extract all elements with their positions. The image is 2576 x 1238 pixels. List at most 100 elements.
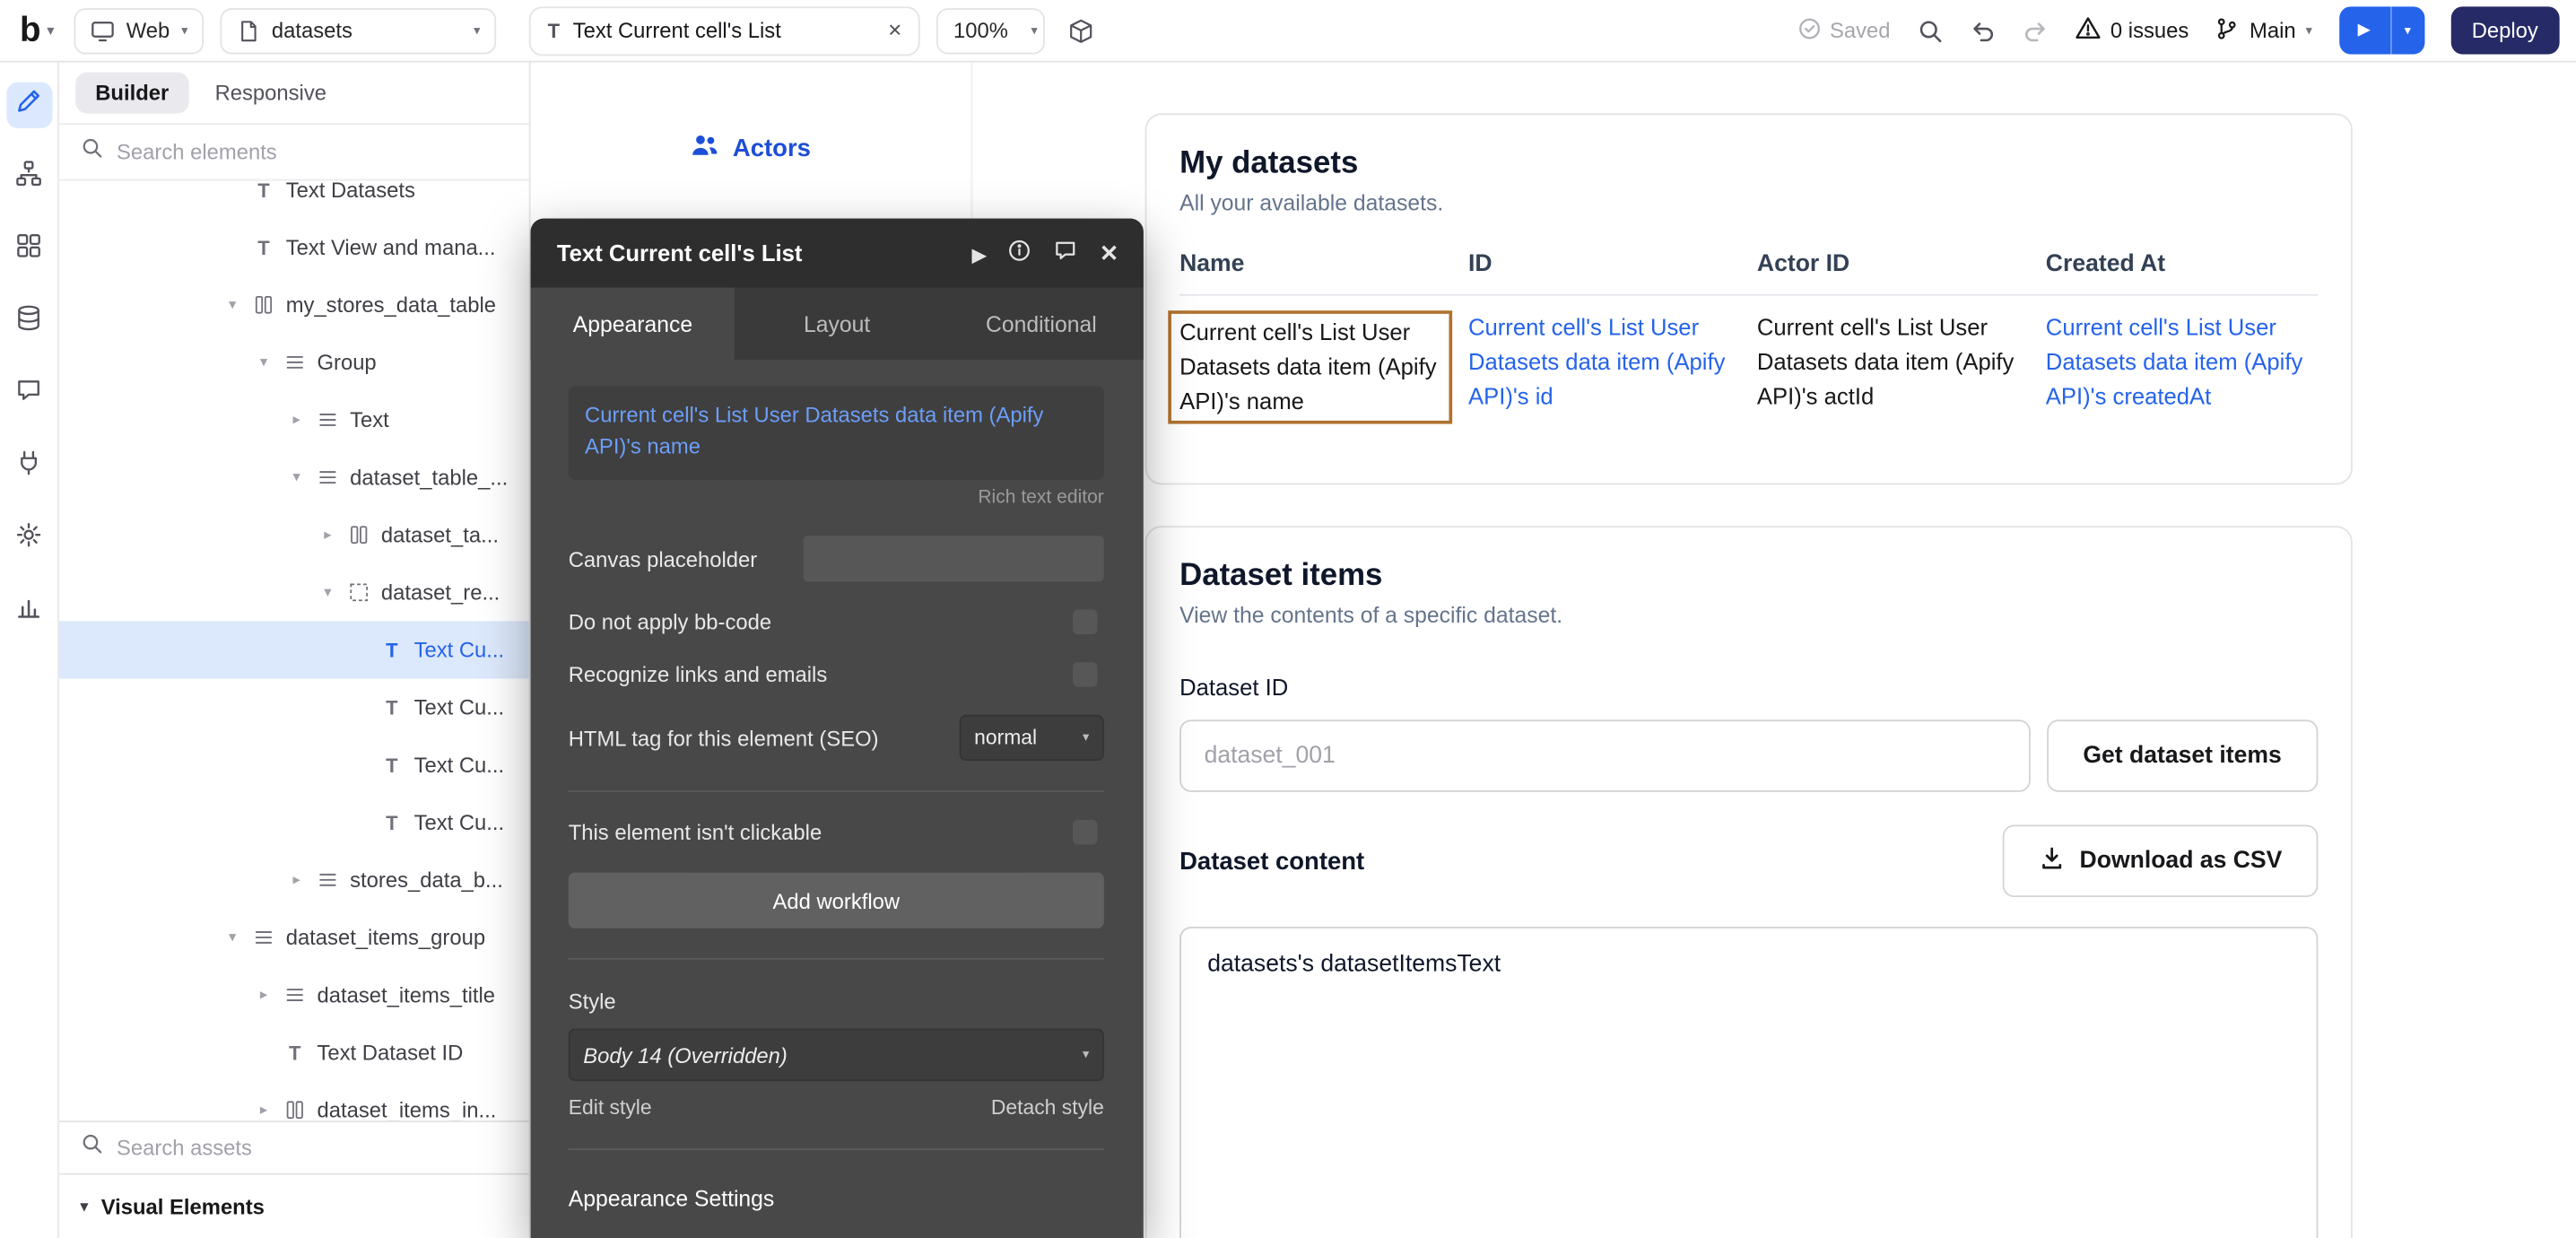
visual-elements-section[interactable]: Visual Elements: [59, 1173, 529, 1238]
preview-options-button[interactable]: [2391, 24, 2424, 38]
caret-down-icon[interactable]: [318, 583, 336, 601]
divider: [569, 1148, 1104, 1150]
tree-item[interactable]: dataset_ta...: [59, 506, 529, 563]
zoom-dropdown[interactable]: 100%: [937, 7, 1046, 53]
plugins-tab-button[interactable]: [5, 444, 51, 490]
edit-style-link[interactable]: Edit style: [569, 1096, 652, 1120]
rich-text-editor[interactable]: Current cell's List User Datasets data i…: [569, 386, 1104, 479]
logs-tab-button[interactable]: [5, 588, 51, 634]
html-tag-select[interactable]: normal: [960, 715, 1104, 761]
caret-right-icon[interactable]: [255, 1101, 273, 1119]
tree-item[interactable]: dataset_items_title: [59, 966, 529, 1024]
tree-item[interactable]: Group: [59, 334, 529, 391]
tree-item[interactable]: Text View and mana...: [59, 219, 529, 276]
tree-item[interactable]: dataset_table_...: [59, 449, 529, 506]
tree-item[interactable]: stores_data_b...: [59, 851, 529, 909]
dataset-id-input[interactable]: [1179, 719, 2030, 792]
bubble-logo[interactable]: b: [16, 11, 57, 50]
tree-item[interactable]: dataset_items_group: [59, 909, 529, 966]
design-tab-button[interactable]: [5, 83, 51, 128]
selected-element-outline[interactable]: Current cell's List User Datasets data i…: [1168, 310, 1451, 423]
tree-item[interactable]: dataset_items_in...: [59, 1081, 529, 1120]
caret-down-icon[interactable]: [255, 353, 273, 371]
issues-indicator[interactable]: 0 issues: [2075, 14, 2189, 46]
recognize-links-checkbox[interactable]: [1073, 662, 1097, 686]
appearance-settings-header[interactable]: Appearance Settings: [569, 1186, 1104, 1210]
tab-conditional[interactable]: Conditional: [939, 288, 1144, 361]
branch-label: Main: [2250, 18, 2296, 42]
deploy-button[interactable]: Deploy: [2450, 6, 2560, 54]
column-header: ID: [1468, 251, 1741, 277]
chevron-down-icon: [1083, 731, 1089, 745]
detach-style-link[interactable]: Detach style: [991, 1096, 1104, 1120]
chevron-down-icon: [474, 24, 480, 38]
tree-item[interactable]: my_stores_data_table: [59, 276, 529, 334]
caret-right-icon[interactable]: [288, 871, 306, 889]
page-dropdown[interactable]: datasets: [221, 7, 497, 53]
app-nav-actors[interactable]: Actors: [690, 132, 811, 166]
get-dataset-items-button[interactable]: Get dataset items: [2047, 719, 2319, 792]
caret-right-icon[interactable]: [288, 411, 306, 429]
tree-item[interactable]: Text Cu...: [59, 678, 529, 736]
tree-item[interactable]: Text Cu...: [59, 794, 529, 851]
not-clickable-checkbox[interactable]: [1073, 820, 1097, 844]
tab-layout[interactable]: Layout: [735, 288, 939, 361]
bb-code-checkbox[interactable]: [1073, 610, 1097, 634]
tab-appearance[interactable]: Appearance: [531, 288, 735, 361]
caret-right-icon[interactable]: [318, 526, 336, 544]
tab-responsive[interactable]: Responsive: [198, 73, 343, 114]
components-tab-button[interactable]: [5, 227, 51, 273]
element-explorer: Builder Responsive Text Datasets T: [59, 63, 531, 1238]
caret-down-icon[interactable]: [288, 468, 306, 486]
table-cell-actor-id[interactable]: Current cell's List User Datasets data i…: [1757, 310, 2030, 423]
caret-down-icon[interactable]: [223, 296, 241, 314]
tree-item[interactable]: dataset_re...: [59, 563, 529, 621]
style-select[interactable]: Body 14 (Overridden): [569, 1029, 1104, 1082]
table-element-icon: [251, 294, 275, 316]
search-icon[interactable]: [1917, 17, 1943, 43]
comment-icon[interactable]: [1054, 239, 1078, 268]
table-cell-created-at[interactable]: Current cell's List User Datasets data i…: [2046, 310, 2319, 423]
dataset-content-label: Dataset content: [1179, 847, 1364, 875]
preview-element-icon[interactable]: [972, 240, 987, 266]
search-assets-input[interactable]: [117, 1136, 508, 1160]
table-cell-id[interactable]: Current cell's List User Datasets data i…: [1468, 310, 1741, 423]
warning-triangle-icon: [2075, 14, 2101, 46]
canvas-placeholder-input[interactable]: [804, 536, 1104, 581]
preview-split-button[interactable]: [2338, 6, 2424, 54]
branch-dropdown[interactable]: Main: [2215, 15, 2312, 45]
element-tab[interactable]: Text Current cell's List: [529, 5, 920, 55]
styles-tab-button[interactable]: [5, 371, 51, 417]
text-element-icon: [251, 236, 275, 259]
play-icon[interactable]: [2338, 22, 2389, 39]
redo-icon[interactable]: [2022, 17, 2048, 43]
caret-down-icon[interactable]: [223, 928, 241, 946]
data-tab-button[interactable]: [5, 299, 51, 344]
add-workflow-button[interactable]: Add workflow: [569, 873, 1104, 928]
tree-item-selected[interactable]: Text Cu...: [59, 621, 529, 678]
dynamic-expression[interactable]: Current cell's List User Datasets data i…: [585, 403, 1043, 458]
close-icon[interactable]: [1100, 239, 1118, 266]
plug-icon: [14, 449, 42, 484]
inspector-titlebar[interactable]: Text Current cell's List: [531, 219, 1144, 288]
divider: [569, 790, 1104, 792]
group-element-icon: [316, 409, 340, 431]
tree-item[interactable]: Text Datasets: [59, 161, 529, 218]
tree-item[interactable]: Text Dataset ID: [59, 1024, 529, 1081]
close-icon[interactable]: [887, 20, 902, 41]
workflow-tab-button[interactable]: [5, 154, 51, 200]
info-icon[interactable]: [1007, 239, 1031, 268]
environment-dropdown[interactable]: Web: [74, 7, 205, 53]
not-clickable-label: This element isn't clickable: [569, 820, 822, 844]
caret-down-icon[interactable]: [81, 1198, 88, 1216]
undo-icon[interactable]: [1969, 17, 1995, 43]
recognize-links-label: Recognize links and emails: [569, 662, 828, 686]
tree-item[interactable]: Text Cu...: [59, 737, 529, 794]
download-csv-button[interactable]: Download as CSV: [2003, 824, 2319, 897]
settings-tab-button[interactable]: [5, 516, 51, 562]
table-cell-name[interactable]: Current cell's List User Datasets data i…: [1179, 310, 1452, 423]
tab-builder[interactable]: Builder: [75, 73, 188, 114]
tree-item[interactable]: Text: [59, 391, 529, 449]
package-icon[interactable]: [1068, 17, 1094, 43]
caret-right-icon[interactable]: [255, 986, 273, 1004]
